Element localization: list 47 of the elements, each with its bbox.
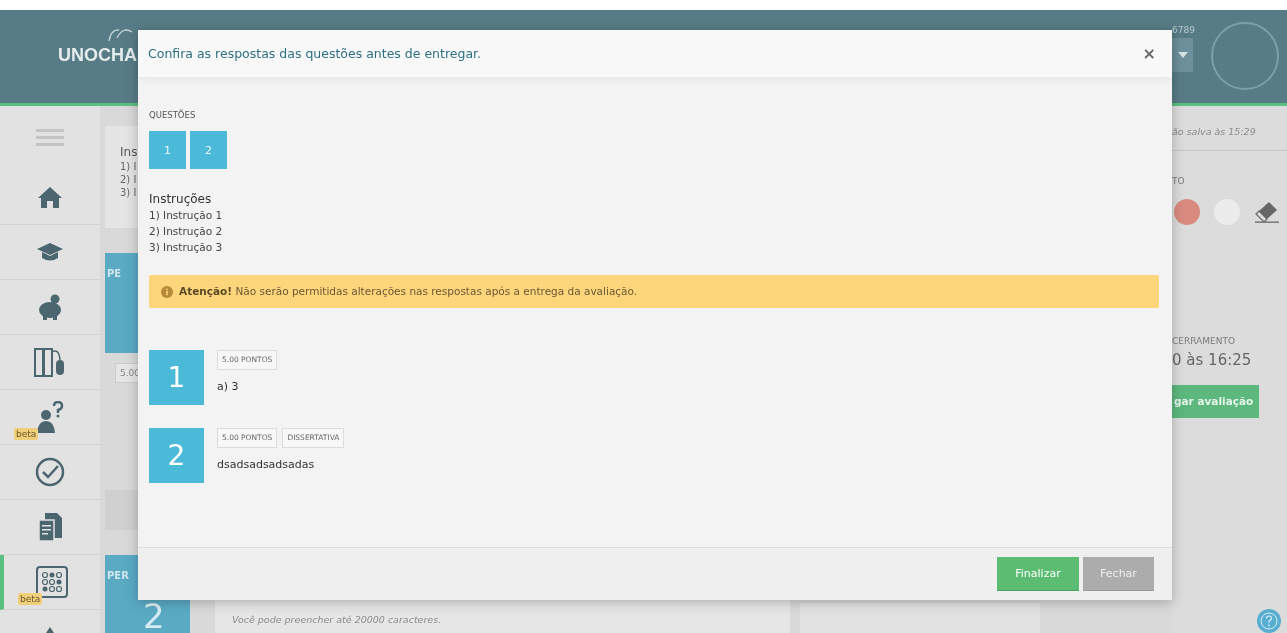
question-nav-button[interactable]: 1 [149, 131, 186, 169]
question-number-block: 2 [149, 428, 204, 483]
instruction-line: 2) I [120, 173, 137, 186]
instruction-line: 2) Instrução 2 [149, 224, 223, 239]
section-label: CERRAMENTO [1172, 335, 1236, 347]
graduation-cap-icon[interactable] [36, 242, 64, 262]
person-question-icon[interactable] [35, 401, 65, 433]
instructions-title: Instruções [149, 191, 212, 207]
eraser-icon[interactable] [1254, 201, 1280, 223]
instruction-line: 1) I [120, 160, 137, 173]
section-label: TO [1172, 175, 1185, 187]
question-nav-button[interactable]: 2 [190, 131, 227, 169]
dropdown-button[interactable] [1172, 38, 1193, 72]
finish-button[interactable]: Finalizar [997, 557, 1079, 591]
info-icon [161, 285, 173, 298]
alert-text: Atenção! Não serão permitidas alterações nas respostas após a entrega da avaliação. [179, 285, 638, 298]
character-limit-hint: Você pode preencher até 20000 caracteres. [232, 614, 442, 625]
user-id-text: 6789 [1172, 24, 1196, 36]
answer-text: a) 3 [217, 380, 240, 394]
instruction-line: 1) Instrução 1 [149, 208, 223, 223]
beta-badge: beta [14, 428, 39, 440]
color-swatch[interactable] [1174, 199, 1200, 225]
caret-icon[interactable] [1177, 52, 1188, 58]
close-button[interactable]: Fechar [1083, 557, 1154, 591]
sidebar-item[interactable]: beta [0, 555, 100, 610]
books-and-mouse-icon[interactable] [33, 346, 67, 378]
logo-swoosh-icon [107, 26, 133, 42]
close-button[interactable]: × [1138, 44, 1160, 63]
document-icon[interactable] [37, 512, 63, 542]
answer-text: dsadsadsadsadas [217, 458, 316, 472]
closing-time: 0 às 16:25 [1172, 350, 1252, 371]
instruction-line: 3) Instrução 3 [149, 240, 223, 255]
question-label: PER [106, 569, 129, 582]
logo-text: UNOCHA [58, 44, 137, 66]
submit-button[interactable]: gar avaliação [1172, 385, 1260, 418]
sidebar-item[interactable]: beta [0, 390, 100, 445]
piggy-bank-icon[interactable] [36, 294, 64, 320]
questions-label: QUESTÕES [149, 109, 196, 121]
question-number-block: 1 [149, 350, 204, 405]
instruction-line: 3) I [120, 186, 137, 199]
home-icon[interactable] [37, 185, 63, 209]
beta-badge: beta [18, 593, 43, 605]
instructions-title: Ins [120, 144, 138, 160]
check-circle-icon[interactable] [35, 457, 65, 487]
question-number: 2 [143, 601, 165, 631]
question-label: PE [106, 267, 122, 280]
modal-title: Confira as respostas das questões antes de entregar. [148, 46, 482, 61]
